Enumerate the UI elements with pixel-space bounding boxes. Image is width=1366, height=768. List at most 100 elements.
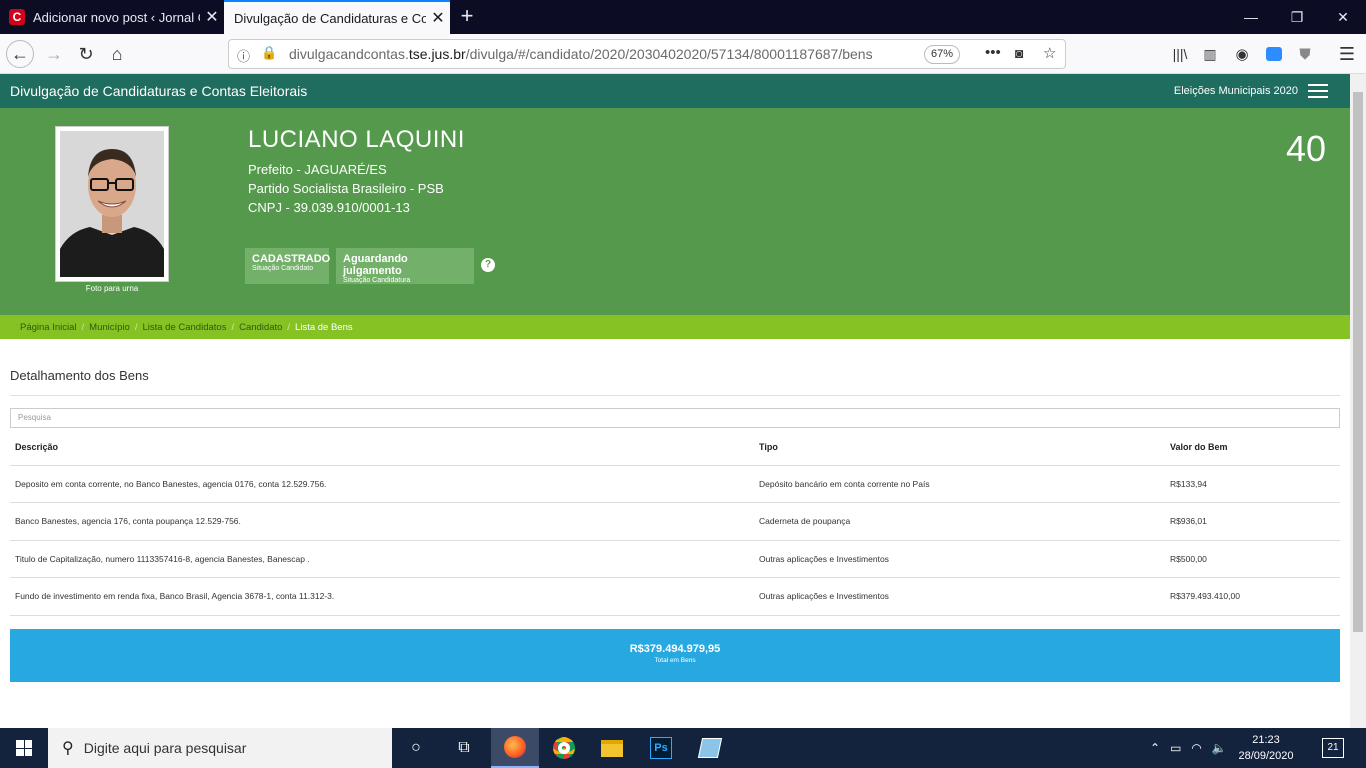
breadcrumb-separator: / (81, 321, 85, 333)
breadcrumb: Página Inicial / Município / Lista de Cand… (0, 315, 1350, 339)
close-icon[interactable]: ✕ (200, 7, 224, 27)
more-actions-icon[interactable]: ••• (985, 44, 1001, 61)
cell-descricao: Banco Banestes, agencia 176, conta poupa… (10, 502, 754, 541)
pocket-icon[interactable]: ◙ (1015, 45, 1023, 61)
task-view-icon[interactable]: ⧉ (440, 728, 488, 768)
home-icon[interactable]: ⌂ (103, 40, 131, 68)
status-label: Situação Candidato (252, 265, 314, 272)
breadcrumb-separator: / (134, 321, 138, 333)
cell-tipo: Outras aplicações e Investimentos (754, 540, 1165, 578)
chrome-icon[interactable] (540, 728, 588, 768)
breadcrumb-item-lista-candidatos[interactable]: Lista de Candidatos (142, 322, 226, 333)
cell-valor: R$936,01 (1165, 502, 1340, 541)
cell-tipo: Outras aplicações e Investimentos (754, 577, 1165, 616)
tab-title: Adicionar novo post ‹ Jornal O (33, 9, 200, 25)
section-title: Detalhamento dos Bens (10, 339, 1340, 396)
search-input[interactable]: Pesquisa (10, 408, 1340, 428)
start-button[interactable] (0, 728, 48, 768)
reload-icon[interactable]: ↻ (72, 40, 100, 68)
notification-count: 21 (1327, 742, 1339, 753)
forward-arrow-icon[interactable]: → (40, 40, 68, 68)
clock-date: 28/09/2020 (1238, 750, 1294, 762)
new-tab-icon[interactable]: + (455, 4, 479, 28)
minimize-icon[interactable]: — (1228, 0, 1274, 34)
breadcrumb-item-municipio[interactable]: Município (89, 322, 130, 333)
breadcrumb-separator: / (287, 321, 291, 333)
help-icon[interactable]: ? (481, 258, 495, 272)
cell-tipo: Depósito bancário em conta corrente no P… (754, 465, 1165, 503)
clock[interactable]: 21:23 28/09/2020 (1236, 732, 1296, 764)
info-icon[interactable]: ⓘ (237, 46, 250, 65)
total-value: R$379.494.979,95 (629, 642, 721, 655)
candidate-party: Partido Socialista Brasileiro - PSB (248, 181, 444, 196)
breadcrumb-item-pagina-inicial[interactable]: Página Inicial (20, 322, 77, 333)
sidebar-icon[interactable]: ▥ (1196, 40, 1224, 68)
cell-valor: R$133,94 (1165, 465, 1340, 503)
total-assets-box: R$379.494.979,95 Total em Bens (10, 628, 1340, 682)
site-header: Divulgação de Candidaturas e Contas Elei… (0, 74, 1350, 108)
wifi-icon[interactable]: ◠ (1191, 741, 1201, 755)
photo-caption: Foto para urna (85, 284, 139, 293)
breadcrumb-item-lista-bens: Lista de Bens (295, 321, 353, 333)
cell-valor: R$379.493.410,00 (1165, 577, 1340, 616)
candidate-photo (55, 126, 169, 282)
scrollbar-thumb[interactable] (1353, 92, 1363, 632)
election-label[interactable]: Eleições Municipais 2020 (1174, 85, 1298, 97)
browser-tab-bar: C Adicionar novo post ‹ Jornal O ✕ Divul… (0, 0, 1366, 34)
page-scrollbar[interactable] (1350, 74, 1366, 728)
candidate-header: Foto para urna LUCIANO LAQUINI Prefeito … (0, 108, 1350, 315)
status-badge-candidatura: Aguardando julgamento Situação Candidatu… (336, 248, 474, 284)
shield-icon[interactable]: ⛊ (1291, 40, 1319, 68)
insecure-lock-icon[interactable]: 🔒 (261, 45, 277, 61)
menu-icon[interactable]: ☰ (1333, 40, 1361, 68)
column-header-valor[interactable]: Valor do Bem (1165, 429, 1340, 466)
table-row: Fundo de investimento em renda fixa, Ban… (10, 577, 1340, 616)
cortana-icon[interactable]: ○ (392, 728, 440, 768)
battery-icon[interactable]: ▭ (1170, 741, 1181, 755)
page-content: Divulgação de Candidaturas e Contas Elei… (0, 74, 1350, 728)
hamburger-menu-icon[interactable] (1308, 84, 1328, 98)
cell-descricao: Deposito em conta corrente, no Banco Ban… (10, 465, 754, 503)
url-bar[interactable]: ⓘ 🔒 divulgacandcontas.tse.jus.br/divulga… (228, 39, 1066, 69)
status-value: Aguardando julgamento (343, 253, 408, 277)
clock-time: 21:23 (1252, 734, 1280, 746)
column-header-tipo[interactable]: Tipo (754, 429, 1165, 466)
app-icon[interactable] (686, 728, 734, 768)
zoom-level[interactable]: 67% (924, 45, 960, 64)
window-close-icon[interactable]: ✕ (1320, 0, 1366, 34)
cell-valor: R$500,00 (1165, 540, 1340, 578)
candidate-number: 40 (1285, 128, 1326, 169)
site-title[interactable]: Divulgação de Candidaturas e Contas Elei… (10, 83, 1174, 99)
candidate-cnpj: CNPJ - 39.039.910/0001-13 (248, 200, 410, 215)
bookmark-star-icon[interactable]: ☆ (1043, 44, 1056, 62)
url-text[interactable]: divulgacandcontas.tse.jus.br/divulga/#/c… (289, 46, 873, 62)
status-label: Situação Candidatura (343, 277, 411, 284)
breadcrumb-item-candidato[interactable]: Candidato (239, 322, 282, 333)
tab-divulgacao[interactable]: Divulgação de Candidaturas e Cont ✕ (224, 0, 450, 34)
back-arrow-icon[interactable]: ← (6, 40, 34, 68)
account-icon[interactable]: ◉ (1228, 40, 1256, 68)
photoshop-icon[interactable]: Ps (637, 728, 685, 768)
table-row: Deposito em conta corrente, no Banco Ban… (10, 465, 1340, 503)
site-favicon-icon: C (9, 9, 25, 25)
cell-descricao: Titulo de Capitalização, numero 11133574… (10, 540, 754, 578)
cell-tipo: Caderneta de poupança (754, 502, 1165, 541)
candidate-portrait (60, 131, 164, 277)
taskbar-search[interactable]: ⚲ Digite aqui para pesquisar (48, 728, 392, 768)
total-label: Total em Bens (654, 656, 696, 664)
taskbar-search-placeholder: Digite aqui para pesquisar (83, 740, 247, 756)
assets-section: Detalhamento dos Bens Pesquisa Descrição… (0, 339, 1350, 682)
assets-table: Descrição Tipo Valor do Bem Deposito em … (10, 429, 1340, 616)
volume-icon[interactable]: 🔈 (1212, 741, 1227, 755)
windows-logo-icon (16, 740, 32, 756)
restore-icon[interactable]: ❐ (1274, 0, 1320, 34)
notifications-icon[interactable]: 21 (1322, 738, 1344, 758)
chevron-up-icon[interactable]: ⌃ (1150, 741, 1160, 755)
firefox-icon[interactable] (491, 728, 539, 768)
file-explorer-icon[interactable] (588, 728, 636, 768)
zoom-extension-icon[interactable] (1266, 47, 1282, 61)
close-icon[interactable]: ✕ (426, 8, 450, 28)
tab-adicionar-post[interactable]: C Adicionar novo post ‹ Jornal O ✕ (0, 0, 224, 34)
library-icon[interactable]: |||\ (1166, 40, 1194, 68)
column-header-descricao[interactable]: Descrição (10, 429, 754, 466)
